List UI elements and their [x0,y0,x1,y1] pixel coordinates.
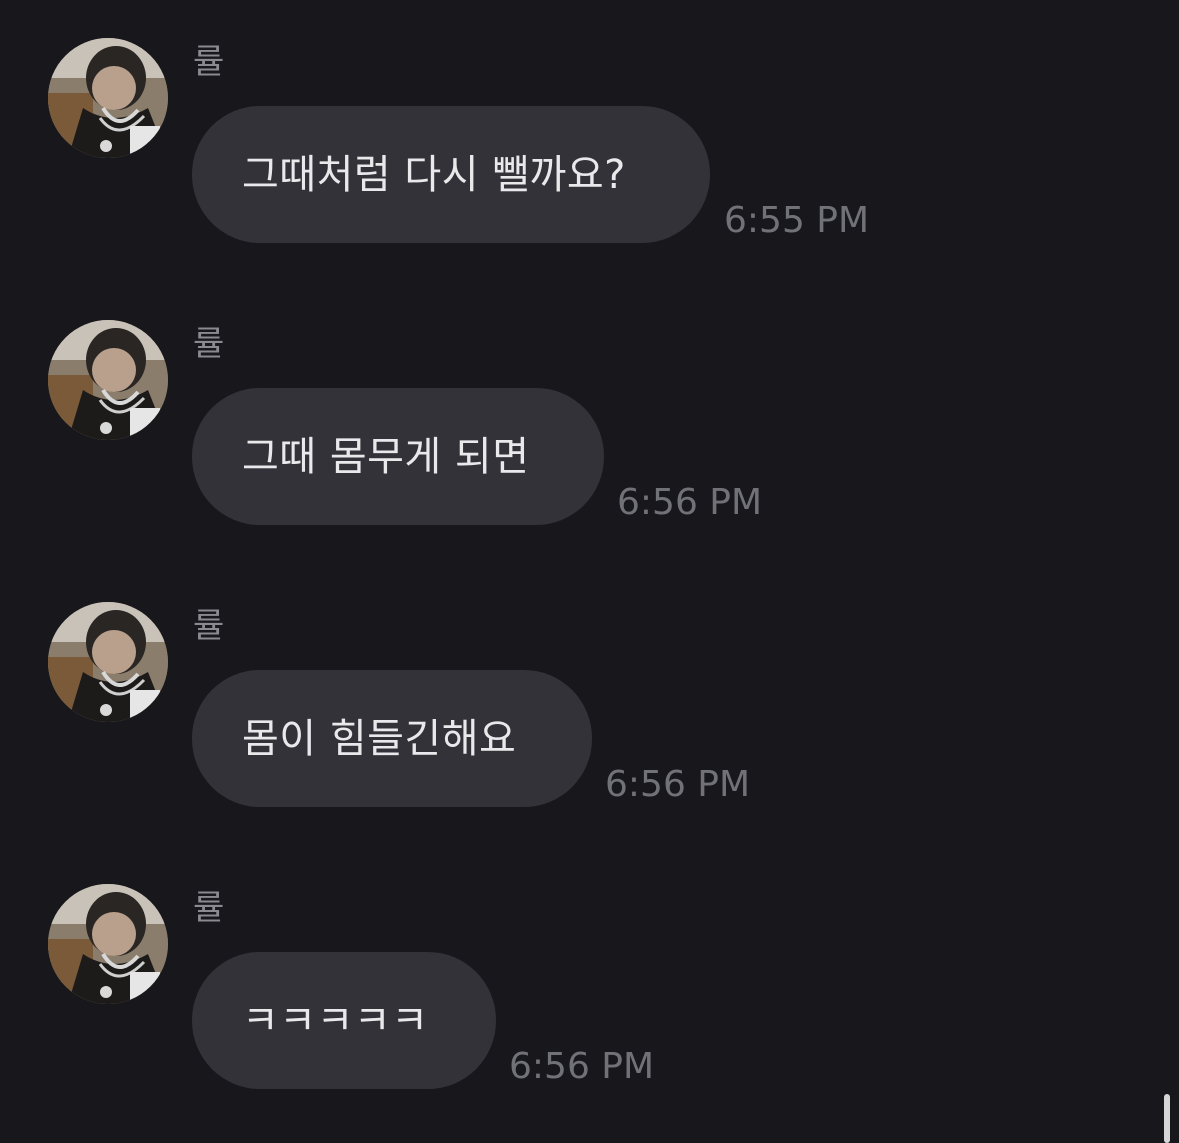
avatar-photo-icon [48,602,168,722]
avatar[interactable] [48,320,168,440]
avatar[interactable] [48,38,168,158]
message-text: 그때 몸무게 되면 [242,433,530,480]
message-timestamp: 6:56 PM [617,482,763,523]
avatar[interactable] [48,884,168,1004]
message-group: 률 그때 몸무게 되면 6:56 PM [0,320,1179,602]
avatar[interactable] [48,602,168,722]
message-group: 률 그때처럼 다시 뺄까요? 6:55 PM [0,38,1179,320]
message-bubble[interactable]: ㅋㅋㅋㅋㅋ [192,952,496,1089]
avatar-photo-icon [48,884,168,1004]
sender-name: 률 [193,324,225,364]
sender-name: 률 [193,888,225,928]
avatar-photo-icon [48,320,168,440]
scrollbar-thumb[interactable] [1164,1094,1170,1143]
message-text: 그때처럼 다시 뺄까요? [242,151,626,198]
message-bubble[interactable]: 그때처럼 다시 뺄까요? [192,106,710,243]
message-bubble[interactable]: 몸이 힘들긴해요 [192,670,592,807]
avatar-photo-icon [48,38,168,158]
message-timestamp: 6:56 PM [605,764,751,805]
message-text: 몸이 힘들긴해요 [242,715,517,762]
message-group: 률 ㅋㅋㅋㅋㅋ 6:56 PM [0,884,1179,1143]
message-timestamp: 6:55 PM [724,200,870,241]
sender-name: 률 [193,606,225,646]
message-bubble[interactable]: 그때 몸무게 되면 [192,388,604,525]
sender-name: 률 [193,42,225,82]
message-group: 률 몸이 힘들긴해요 6:56 PM [0,602,1179,884]
chat-thread: 률 그때처럼 다시 뺄까요? 6:55 PM 률 그때 몸무게 되면 6:56 … [0,0,1179,1143]
message-timestamp: 6:56 PM [509,1046,655,1087]
message-text: ㅋㅋㅋㅋㅋ [242,997,429,1044]
